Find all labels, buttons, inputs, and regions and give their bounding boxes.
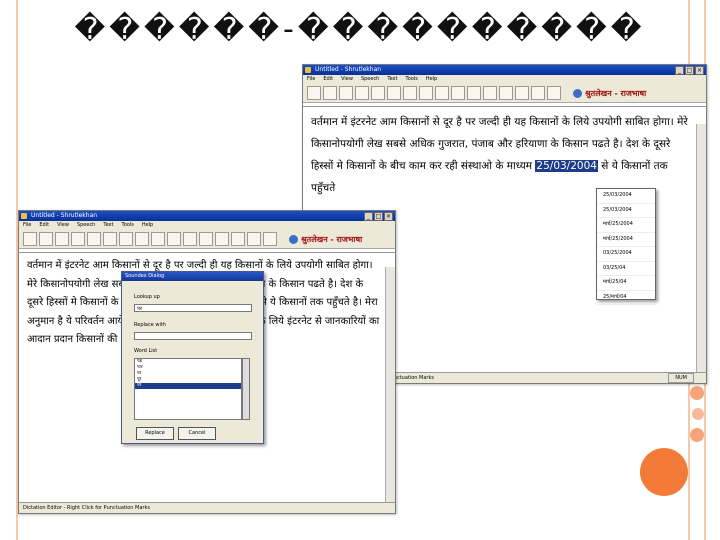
menu-speech[interactable]: Speech — [361, 75, 379, 84]
brand-icon — [573, 88, 582, 98]
globe-icon[interactable] — [247, 232, 261, 246]
menu-tools[interactable]: Tools — [121, 221, 133, 230]
undo-icon[interactable] — [119, 232, 133, 246]
menubar: File Edit View Speech Text Tools Help — [19, 221, 395, 230]
app-icon — [21, 213, 27, 219]
brand-logo: श्रुतलेखन - राजभाषा — [573, 88, 646, 99]
word-list-item-selected[interactable]: पर — [135, 383, 241, 389]
lookup-label: Lookup up — [134, 294, 160, 300]
brand-icon — [289, 234, 298, 244]
dialog-title: Soundex Dialog — [122, 272, 263, 281]
slide-title: ������-���������� — [74, 12, 646, 47]
dropdown-item[interactable]: 03/25/2004 — [597, 247, 655, 262]
open-icon[interactable] — [39, 232, 53, 246]
dropdown-item[interactable]: मार्च/25/04 — [597, 276, 655, 291]
copy-icon[interactable] — [371, 86, 385, 100]
microphone-icon[interactable] — [183, 232, 197, 246]
status-text: Dictation Editor - Right Click for Punct… — [23, 505, 150, 511]
toolbar: श्रुतलेखन - राजभाषा — [19, 230, 395, 249]
cancel-button[interactable]: Cancel — [178, 427, 216, 440]
help-icon[interactable] — [263, 232, 277, 246]
menubar: File Edit View Speech Text Tools Help — [303, 75, 706, 84]
app-icon — [305, 67, 311, 73]
menu-tools[interactable]: Tools — [405, 75, 417, 84]
window-titlebar: Untitled - Shrutlekhan _ □ × — [19, 211, 395, 221]
dropdown-item[interactable]: मार्च/25/2004 — [597, 218, 655, 233]
brand-logo: श्रुतलेखन - राजभाषा — [289, 234, 362, 245]
decor-dot — [690, 386, 704, 400]
print-icon[interactable] — [231, 232, 245, 246]
replace-field[interactable] — [134, 332, 252, 340]
selected-date[interactable]: 25/03/2004 — [535, 160, 598, 172]
lookup-field[interactable]: पर — [134, 304, 252, 312]
dropdown-item[interactable]: 03/25/04 — [597, 262, 655, 276]
microphone-off-icon[interactable] — [199, 232, 213, 246]
paste-icon[interactable] — [103, 232, 117, 246]
menu-speech[interactable]: Speech — [77, 221, 95, 230]
dropdown-item[interactable]: 25/03/2004 — [597, 189, 655, 204]
toolbar: श्रुतलेखन - राजभाषा — [303, 84, 706, 103]
menu-file[interactable]: File — [23, 221, 31, 230]
close-icon[interactable]: × — [384, 212, 393, 221]
wordlist-label: Word List — [134, 348, 158, 354]
window-titlebar: Untitled - Shrutlekhan _ □ × — [303, 65, 706, 75]
save-icon[interactable] — [55, 232, 69, 246]
menu-view[interactable]: View — [57, 221, 69, 230]
copy-icon[interactable] — [87, 232, 101, 246]
open-icon[interactable] — [323, 86, 337, 100]
dropdown-item[interactable]: मार्च/25/2004 — [597, 233, 655, 247]
num-lock-indicator: NUM — [668, 373, 694, 383]
cut-icon[interactable] — [355, 86, 369, 100]
menu-edit[interactable]: Edit — [323, 75, 333, 84]
save-icon[interactable] — [339, 86, 353, 100]
menu-edit[interactable]: Edit — [39, 221, 49, 230]
decor-dot — [690, 428, 704, 442]
undo-icon[interactable] — [403, 86, 417, 100]
microphone-icon[interactable] — [467, 86, 481, 100]
dictate-icon[interactable] — [167, 232, 181, 246]
help-icon[interactable] — [547, 86, 561, 100]
speak-icon[interactable] — [435, 86, 449, 100]
tools-icon[interactable] — [499, 86, 513, 100]
vertical-scrollbar[interactable] — [696, 124, 706, 373]
maximize-icon[interactable]: □ — [374, 212, 383, 221]
menu-text[interactable]: Text — [103, 221, 113, 230]
dictate-icon[interactable] — [451, 86, 465, 100]
menu-text[interactable]: Text — [387, 75, 397, 84]
menu-view[interactable]: View — [341, 75, 353, 84]
word-list[interactable]: पड़ पार पर पूर पर — [134, 358, 242, 420]
globe-icon[interactable] — [531, 86, 545, 100]
dropdown-item[interactable]: 25/मार्च/04 — [597, 291, 655, 305]
window-title: Untitled - Shrutlekhan — [315, 66, 382, 73]
new-icon[interactable] — [23, 232, 37, 246]
decor-dot-large — [640, 448, 688, 496]
replace-label: Replace with — [134, 322, 166, 328]
vertical-scrollbar[interactable] — [385, 267, 395, 503]
status-bar: Dictation Editor - Right Click for Punct… — [19, 502, 395, 513]
word-list-scrollbar[interactable] — [242, 358, 250, 420]
paste-icon[interactable] — [387, 86, 401, 100]
minimize-icon[interactable]: _ — [675, 66, 684, 75]
redo-icon[interactable] — [135, 232, 149, 246]
cut-icon[interactable] — [71, 232, 85, 246]
replace-button[interactable]: Replace — [136, 427, 174, 440]
date-format-dropdown: 25/03/2004 25/03/2004 मार्च/25/2004 मार्… — [596, 188, 656, 305]
soundex-dialog: Soundex Dialog Lookup up पर Replace with… — [121, 271, 264, 444]
maximize-icon[interactable]: □ — [685, 66, 694, 75]
minimize-icon[interactable]: _ — [364, 212, 373, 221]
redo-icon[interactable] — [419, 86, 433, 100]
new-icon[interactable] — [307, 86, 321, 100]
dropdown-item[interactable]: 25/03/2004 — [597, 204, 655, 218]
microphone-off-icon[interactable] — [483, 86, 497, 100]
decor-dot — [692, 408, 704, 420]
menu-file[interactable]: File — [307, 75, 315, 84]
speak-icon[interactable] — [151, 232, 165, 246]
menu-help[interactable]: Help — [142, 221, 153, 230]
print-icon[interactable] — [515, 86, 529, 100]
close-icon[interactable]: × — [695, 66, 704, 75]
window-title: Untitled - Shrutlekhan — [31, 212, 98, 219]
menu-help[interactable]: Help — [426, 75, 437, 84]
tools-icon[interactable] — [215, 232, 229, 246]
